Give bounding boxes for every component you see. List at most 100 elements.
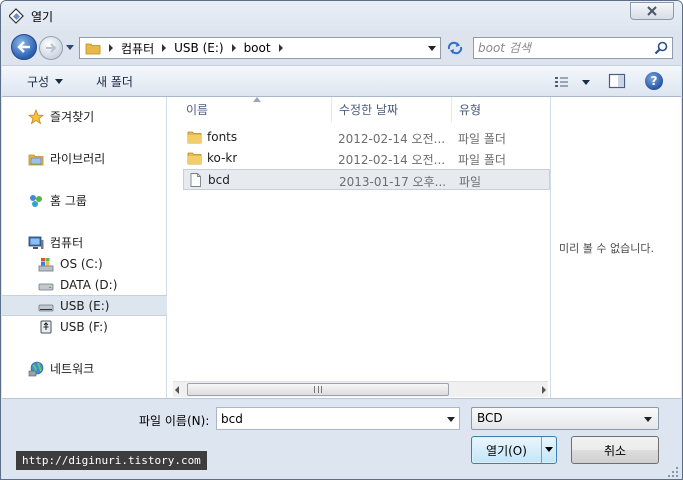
nav-drive-f-label: USB (F:) [60, 319, 108, 334]
close-button[interactable] [630, 2, 674, 20]
address-bar[interactable]: 컴퓨터 USB (E:) boot [79, 37, 441, 59]
breadcrumb-usb-e[interactable]: USB (E:) [174, 41, 223, 55]
organize-label: 구성 [27, 75, 50, 89]
column-header-type[interactable]: 유형 [459, 97, 481, 122]
open-button[interactable]: 열기(O) [472, 437, 542, 463]
filename-input[interactable] [221, 411, 436, 427]
file-icon [190, 173, 201, 187]
folder-icon [187, 131, 202, 144]
forward-button[interactable] [39, 36, 63, 60]
help-icon: ? [650, 74, 658, 88]
nav-drive-c-label: OS (C:) [60, 256, 103, 271]
network-icon [28, 361, 44, 376]
breadcrumb-boot[interactable]: boot [244, 41, 271, 55]
folder-icon [187, 152, 202, 165]
cancel-button[interactable]: 취소 [571, 436, 659, 464]
usb-drive-icon [40, 320, 52, 333]
breadcrumb-separator[interactable] [278, 44, 283, 52]
nav-favorites[interactable]: 즐겨찾기 [2, 106, 167, 127]
file-type: 파일 폴더 [458, 132, 506, 146]
grip-icon [314, 386, 322, 393]
column-header-name[interactable]: 이름 [186, 97, 208, 122]
column-header-date[interactable]: 수정한 날짜 [339, 97, 398, 122]
file-row-fonts[interactable]: fonts 2012-02-14 오전... 파일 폴더 [183, 127, 550, 148]
search-input[interactable] [478, 40, 648, 56]
search-icon[interactable] [654, 41, 668, 55]
watermark: http://diginuri.tistory.com [16, 451, 207, 470]
chevron-down-icon [55, 79, 64, 84]
window-title: 열기 [31, 10, 54, 24]
forward-arrow-icon [46, 43, 57, 53]
file-date: 2012-02-14 오전... [338, 153, 446, 167]
filetype-select[interactable]: BCD [471, 407, 659, 430]
nav-computer[interactable]: 컴퓨터 [2, 232, 167, 253]
chevron-down-icon[interactable] [447, 417, 455, 422]
file-date: 2012-02-14 오전... [338, 132, 446, 146]
new-folder-button[interactable]: 새 폴더 [96, 73, 133, 90]
chevron-down-icon [644, 417, 652, 422]
file-list: 이름 수정한 날짜 유형 fonts 2012-02-14 오전... 파일 폴… [167, 97, 550, 398]
sort-ascending-icon [253, 97, 261, 102]
new-folder-label: 새 폴더 [96, 75, 133, 89]
back-button[interactable] [11, 34, 37, 60]
open-options-dropdown[interactable] [545, 447, 553, 452]
file-type: 파일 [459, 175, 482, 189]
nav-homegroup[interactable]: 홈 그룹 [2, 190, 167, 211]
star-icon [28, 108, 44, 124]
cancel-label: 취소 [603, 443, 627, 458]
nav-drive-c[interactable]: OS (C:) [2, 253, 167, 274]
nav-drive-e[interactable]: USB (E:) [2, 295, 167, 316]
watermark-text: http://diginuri.tistory.com [22, 454, 201, 467]
file-row-ko-kr[interactable]: ko-kr 2012-02-14 오전... 파일 폴더 [183, 148, 550, 169]
breadcrumb-separator[interactable] [109, 44, 113, 52]
scrollbar-thumb[interactable] [187, 383, 449, 396]
dialog-app-icon [9, 8, 24, 24]
details-view-icon [555, 77, 568, 87]
help-button[interactable]: ? [645, 72, 663, 90]
back-arrow-icon [17, 41, 30, 53]
folder-icon [85, 43, 101, 54]
command-bar: 구성 새 폴더 ? [2, 65, 681, 97]
preview-pane-icon[interactable] [608, 73, 626, 89]
breadcrumb-computer[interactable]: 컴퓨터 [121, 40, 154, 57]
change-view-button[interactable] [554, 74, 594, 90]
hard-drive-icon [38, 283, 54, 290]
refresh-icon [447, 41, 463, 55]
nav-network-label: 네트워크 [50, 362, 95, 376]
close-icon [647, 6, 657, 16]
refresh-button[interactable] [444, 37, 466, 59]
recent-locations-dropdown[interactable] [66, 45, 74, 50]
file-name: ko-kr [207, 151, 238, 165]
nav-drive-d[interactable]: DATA (D:) [2, 274, 167, 295]
title-bar: 열기 [1, 1, 682, 31]
chevron-down-icon[interactable] [582, 79, 590, 85]
organize-button[interactable]: 구성 [27, 73, 64, 90]
filetype-value: BCD [477, 411, 503, 425]
open-file-dialog: 열기 컴퓨터 USB (E:) boot boot 검색 구성 새 폴더 ? 즐… [0, 0, 683, 480]
address-dropdown[interactable] [428, 46, 436, 51]
nav-favorites-label: 즐겨찾기 [50, 110, 95, 124]
nav-network[interactable]: 네트워크 [2, 358, 167, 379]
file-type: 파일 폴더 [458, 153, 506, 167]
file-row-bcd[interactable]: bcd 2013-01-17 오후... 파일 [183, 169, 550, 190]
nav-libraries[interactable]: 라이브러리 [2, 148, 167, 169]
column-divider[interactable] [331, 97, 332, 122]
navigation-pane: 즐겨찾기 라이브러리 홈 그룹 컴퓨터 OS (C:) DATA (D:) US… [2, 97, 167, 398]
nav-drive-f[interactable]: USB (F:) [2, 316, 167, 337]
nav-drive-d-label: DATA (D:) [60, 277, 118, 292]
breadcrumb-separator[interactable] [162, 44, 167, 52]
removable-drive-icon [38, 304, 54, 311]
breadcrumb-separator[interactable] [231, 44, 236, 52]
filename-combobox [216, 407, 460, 430]
horizontal-scrollbar[interactable] [173, 381, 548, 397]
windows-drive-icon [38, 257, 54, 271]
scroll-right-icon[interactable] [542, 386, 546, 394]
resize-grip-icon[interactable] [667, 466, 679, 478]
search-box [473, 37, 673, 59]
open-label: 열기(O) [486, 443, 527, 458]
column-divider[interactable] [451, 97, 452, 122]
scroll-left-icon[interactable] [175, 386, 179, 394]
nav-homegroup-label: 홈 그룹 [50, 194, 87, 208]
homegroup-icon [30, 194, 42, 207]
computer-icon [28, 236, 44, 249]
